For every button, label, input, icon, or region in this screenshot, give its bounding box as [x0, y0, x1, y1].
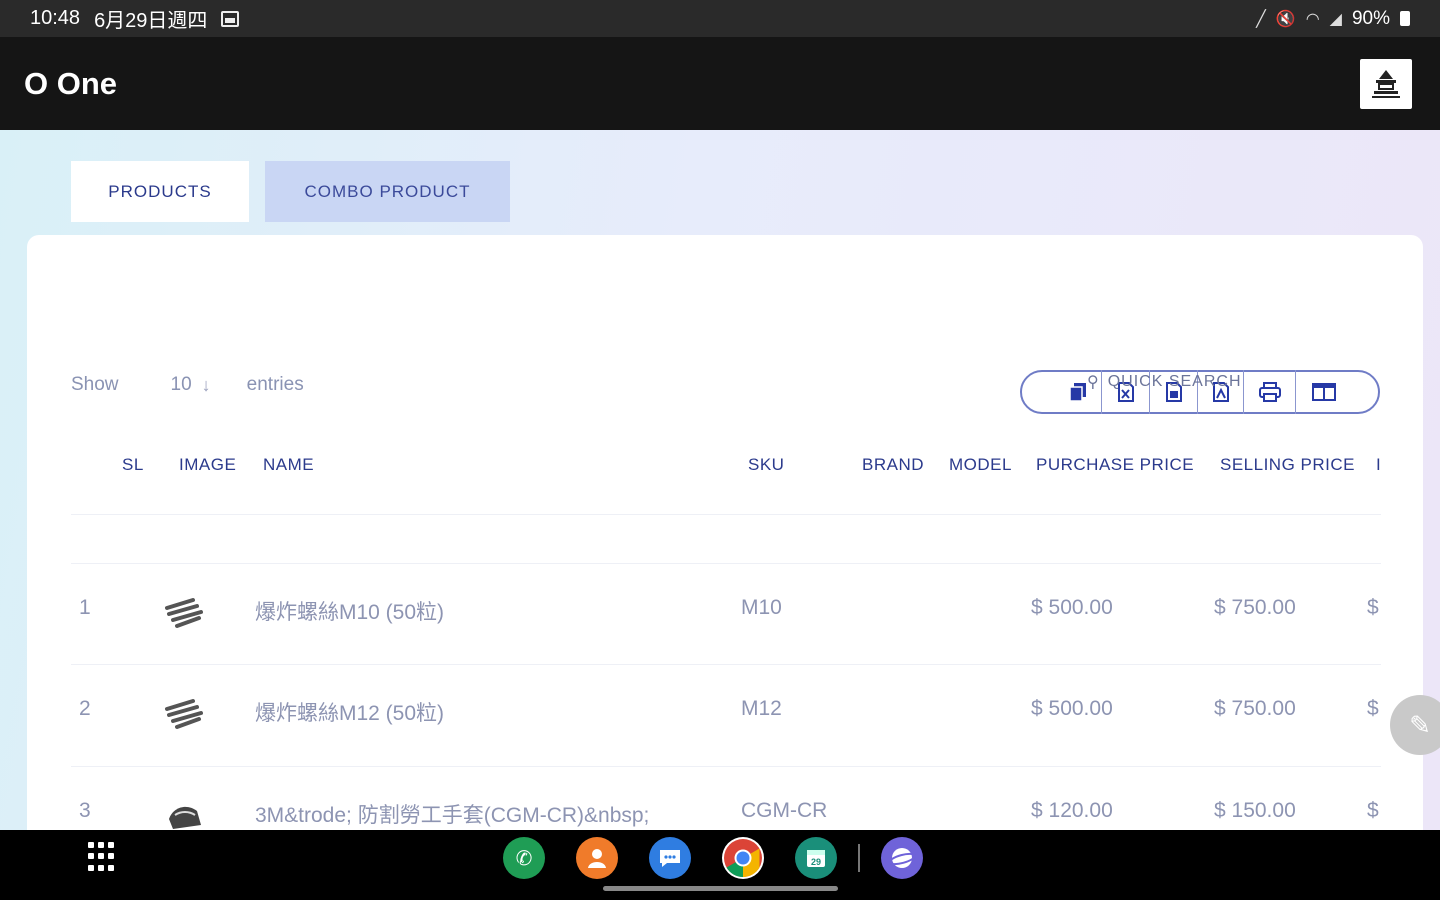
row-more: $ [1367, 799, 1379, 822]
avatar[interactable] [1360, 58, 1412, 109]
row-selling-price: $ 750.00 [1214, 697, 1296, 720]
battery-icon [1400, 11, 1410, 26]
gallery-icon [221, 10, 240, 27]
entries-label: entries [246, 374, 304, 395]
pen-icon: ╱ [1256, 10, 1266, 28]
columns-button[interactable] [1296, 370, 1352, 414]
row-name[interactable]: 爆炸螺絲M12 (50粒) [255, 697, 444, 727]
search-icon: ⚲ [1087, 374, 1100, 391]
row-sku: CGM-CR [741, 799, 828, 822]
row-sku: M10 [741, 596, 782, 619]
row-more: $ [1367, 596, 1379, 619]
quick-search[interactable]: ⚲ QUICK SEARCH [1087, 372, 1242, 392]
row-more: $ [1367, 697, 1379, 720]
column-purchase-price[interactable]: PURCHASE PRICE [1036, 455, 1194, 475]
print-icon [1258, 382, 1281, 402]
app-dock: ✆ 29 [503, 837, 923, 879]
column-more[interactable]: I [1376, 455, 1381, 475]
svg-text:29: 29 [811, 857, 821, 867]
table-row[interactable]: 2 爆炸螺絲M12 (50粒) M12 $ 500.00 $ 750.00 $ [71, 664, 1381, 766]
status-bar: 10:48 6月29日週四 ╱ 🔇 ◠ ◢ 90% [0, 0, 1440, 37]
product-thumbnail [169, 806, 201, 829]
column-sl[interactable]: SL [122, 455, 144, 475]
chrome-app-icon[interactable] [722, 837, 764, 879]
row-selling-price: $ 750.00 [1214, 596, 1296, 619]
pencil-icon: ✎ [1409, 709, 1431, 740]
search-placeholder: QUICK SEARCH [1107, 373, 1242, 390]
app-title: O One [24, 65, 118, 101]
table-header: SL IMAGE NAME SKU BRAND MODEL PURCHASE P… [71, 455, 1381, 515]
calendar-app-icon[interactable]: 29 [795, 837, 837, 879]
home-indicator[interactable] [603, 886, 838, 891]
column-selling-price[interactable]: SELLING PRICE [1220, 455, 1355, 475]
arrow-down-icon: ↓ [201, 374, 211, 395]
column-brand[interactable]: BRAND [862, 455, 924, 475]
messages-app-icon[interactable] [649, 837, 691, 879]
navigation-bar: ✆ 29 [0, 830, 1440, 900]
products-card: Show 10 ↓ entries ⚲ QUICK SEARCH SL IMAG… [27, 235, 1423, 830]
signal-icon: ◢ [1329, 10, 1342, 28]
tab-products[interactable]: PRODUCTS [71, 161, 249, 222]
mute-icon: 🔇 [1275, 10, 1296, 28]
row-name[interactable]: 爆炸螺絲M10 (50粒) [255, 596, 444, 626]
app-header: O One [0, 37, 1440, 130]
product-thumbnail [165, 598, 203, 628]
row-sku: M12 [741, 697, 782, 720]
apps-grid-icon[interactable] [88, 842, 118, 872]
dock-divider [858, 844, 860, 872]
contacts-app-icon[interactable] [576, 837, 618, 879]
column-sku[interactable]: SKU [748, 455, 784, 475]
phone-app-icon[interactable]: ✆ [503, 837, 545, 879]
entries-control: Show 10 ↓ entries [71, 374, 304, 396]
show-label: Show [71, 374, 119, 395]
product-thumbnail [165, 699, 203, 729]
column-name[interactable]: NAME [263, 455, 314, 475]
row-sl: 3 [79, 799, 91, 822]
entries-value: 10 [170, 374, 192, 395]
columns-icon [1312, 383, 1336, 401]
table-row[interactable]: 3 3M&trode; 防割勞工手套(CGM-CR)&nbsp; CGM-CR … [71, 766, 1381, 830]
row-sl: 1 [79, 596, 91, 619]
row-purchase-price: $ 120.00 [1031, 799, 1113, 822]
main-content: PRODUCTS COMBO PRODUCT Show 10 ↓ entries [0, 130, 1440, 830]
table-row[interactable]: 1 爆炸螺絲M10 (50粒) M10 $ 500.00 $ 750.00 $ [71, 563, 1381, 665]
profile-logo-icon [1372, 69, 1400, 98]
wifi-icon: ◠ [1305, 10, 1320, 28]
row-sl: 2 [79, 697, 91, 720]
column-model[interactable]: MODEL [949, 455, 1012, 475]
tab-combo-product[interactable]: COMBO PRODUCT [265, 161, 510, 222]
print-button[interactable] [1244, 370, 1296, 414]
copy-icon [1069, 383, 1086, 402]
status-date: 6月29日週四 [94, 10, 208, 32]
internet-app-icon[interactable] [881, 837, 923, 879]
column-image[interactable]: IMAGE [179, 455, 236, 475]
row-purchase-price: $ 500.00 [1031, 697, 1113, 720]
status-time: 10:48 [30, 7, 81, 29]
row-selling-price: $ 150.00 [1214, 799, 1296, 822]
entries-select[interactable]: 10 ↓ [171, 374, 211, 396]
row-purchase-price: $ 500.00 [1031, 596, 1113, 619]
battery-percent: 90% [1351, 7, 1390, 29]
row-name[interactable]: 3M&trode; 防割勞工手套(CGM-CR)&nbsp; [255, 799, 649, 829]
